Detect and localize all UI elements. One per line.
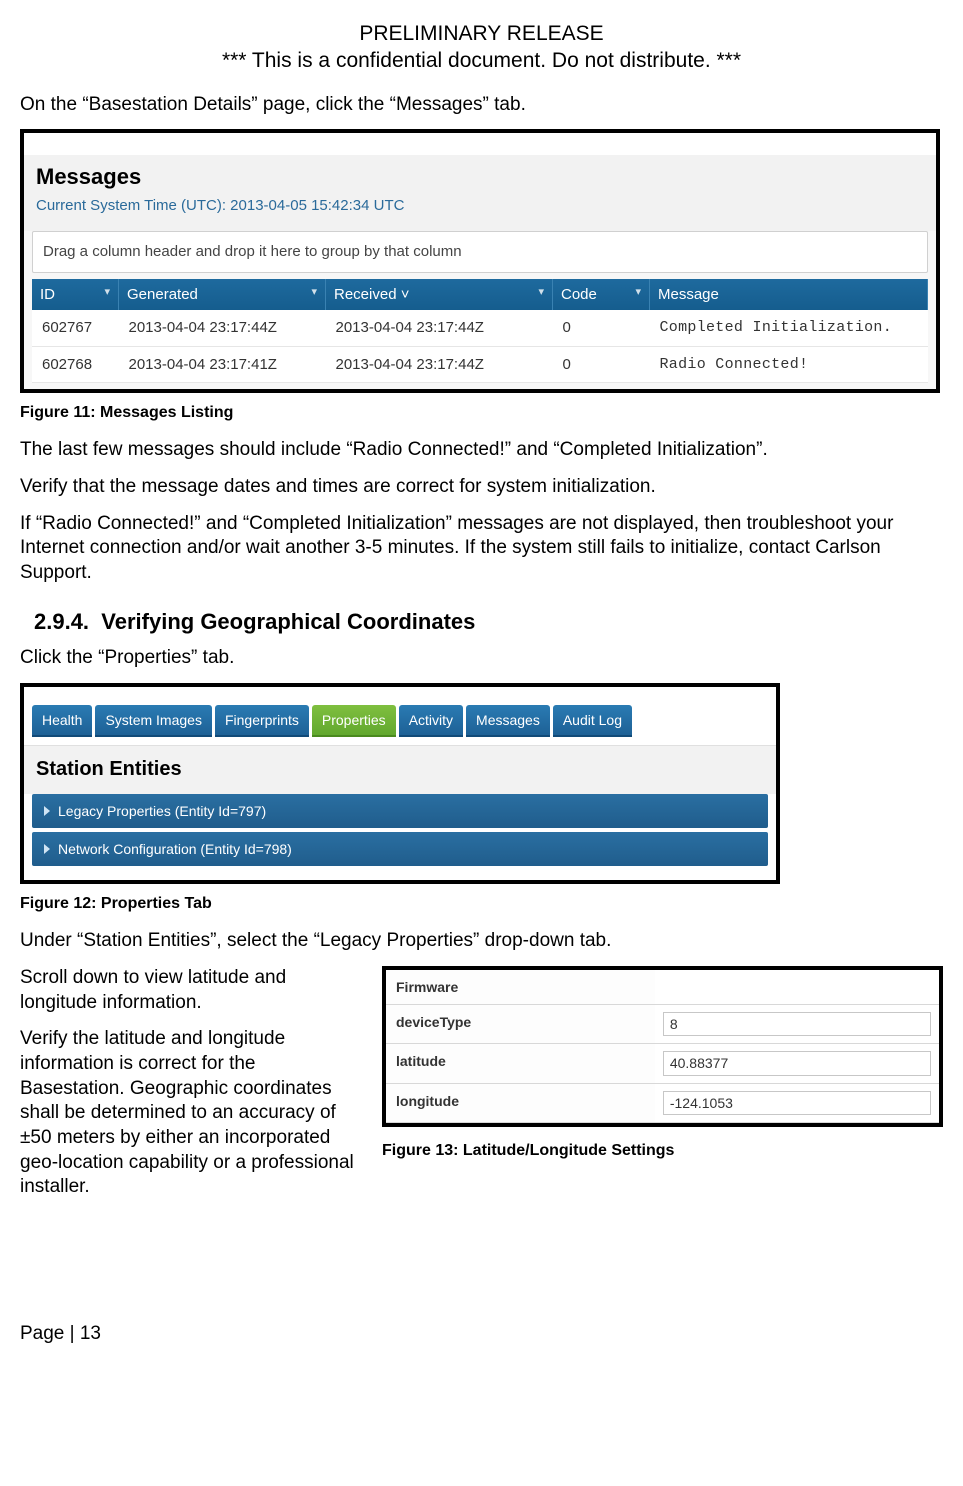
property-value [655, 970, 939, 1004]
chevron-right-icon [44, 844, 50, 854]
entity-row-label: Network Configuration (Entity Id=798) [58, 840, 292, 858]
property-value-input[interactable]: -124.1053 [663, 1091, 931, 1115]
cell-generated: 2013-04-04 23:17:41Z [119, 346, 326, 383]
entity-row-legacy-properties[interactable]: Legacy Properties (Entity Id=797) [32, 794, 768, 828]
cell-generated: 2013-04-04 23:17:44Z [119, 310, 326, 346]
section-number: 2.9.4. [34, 609, 89, 634]
filter-icon[interactable]: ▾ [311, 285, 317, 299]
property-key: deviceType [386, 1005, 655, 1043]
tab-properties[interactable]: Properties [312, 705, 396, 737]
section-title: Verifying Geographical Coordinates [101, 609, 475, 634]
cell-received: 2013-04-04 23:17:44Z [326, 346, 553, 383]
chevron-right-icon [44, 806, 50, 816]
body-text: On the “Basestation Details” page, click… [20, 93, 943, 118]
body-text: Click the “Properties” tab. [20, 646, 943, 671]
tab-messages[interactable]: Messages [466, 705, 550, 737]
body-text: The last few messages should include “Ra… [20, 438, 943, 463]
cell-id: 602767 [32, 310, 119, 346]
body-text: Scroll down to view latitude and longitu… [20, 966, 360, 1015]
figure-caption: Figure 12: Properties Tab [20, 894, 943, 915]
filter-icon[interactable]: ▾ [538, 285, 544, 299]
messages-table: ID▾ Generated▾ Received ˅▾ Code▾ Message… [32, 279, 928, 384]
property-key: longitude [386, 1084, 655, 1122]
tab-bar: Health System Images Fingerprints Proper… [24, 687, 776, 745]
col-header-id[interactable]: ID▾ [32, 279, 119, 311]
col-header-code[interactable]: Code▾ [553, 279, 650, 311]
col-header-generated[interactable]: Generated▾ [119, 279, 326, 311]
tab-system-images[interactable]: System Images [95, 705, 211, 737]
property-value-input[interactable]: 8 [663, 1012, 931, 1036]
figure-messages-listing: Messages Current System Time (UTC): 2013… [20, 129, 940, 393]
tab-fingerprints[interactable]: Fingerprints [215, 705, 309, 737]
entity-row-label: Legacy Properties (Entity Id=797) [58, 802, 266, 820]
figure-caption: Figure 11: Messages Listing [20, 403, 943, 424]
property-row-latitude: latitude 40.88377 [386, 1044, 939, 1083]
entity-row-network-configuration[interactable]: Network Configuration (Entity Id=798) [32, 832, 768, 866]
figure-caption: Figure 13: Latitude/Longitude Settings [382, 1141, 943, 1162]
table-row[interactable]: 602767 2013-04-04 23:17:44Z 2013-04-04 2… [32, 310, 928, 346]
cell-id: 602768 [32, 346, 119, 383]
cell-received: 2013-04-04 23:17:44Z [326, 310, 553, 346]
property-key: latitude [386, 1044, 655, 1082]
filter-icon[interactable]: ▾ [635, 285, 641, 299]
property-value-input[interactable]: 40.88377 [663, 1051, 931, 1075]
figure-latlong-settings: Firmware deviceType 8 latitude 40.88377 … [382, 966, 943, 1127]
property-key: Firmware [386, 970, 655, 1004]
body-text: Verify the latitude and longitude inform… [20, 1027, 360, 1200]
col-header-message[interactable]: Message [650, 279, 928, 311]
tab-audit-log[interactable]: Audit Log [553, 705, 632, 737]
cell-message: Completed Initialization. [650, 310, 928, 346]
group-drop-hint[interactable]: Drag a column header and drop it here to… [32, 231, 928, 273]
section-heading: 2.9.4. Verifying Geographical Coordinate… [34, 608, 943, 637]
page-footer: Page | 13 [20, 1322, 943, 1347]
panel-title: Station Entities [24, 745, 776, 794]
filter-icon[interactable]: ▾ [104, 285, 110, 299]
figure-properties-tab: Health System Images Fingerprints Proper… [20, 683, 780, 885]
tab-health[interactable]: Health [32, 705, 92, 737]
header-line2: *** This is a confidential document. Do … [20, 47, 943, 74]
cell-code: 0 [553, 310, 650, 346]
page-header: PRELIMINARY RELEASE *** This is a confid… [20, 20, 943, 75]
panel-title: Messages [24, 155, 936, 196]
header-line1: PRELIMINARY RELEASE [20, 20, 943, 47]
property-row-devicetype: deviceType 8 [386, 1005, 939, 1044]
cell-code: 0 [553, 346, 650, 383]
system-time-label: Current System Time (UTC): 2013-04-05 15… [24, 196, 936, 232]
cell-message: Radio Connected! [650, 346, 928, 383]
col-header-received[interactable]: Received ˅▾ [326, 279, 553, 311]
body-text: If “Radio Connected!” and “Completed Ini… [20, 512, 943, 586]
property-row-firmware: Firmware [386, 970, 939, 1005]
table-row[interactable]: 602768 2013-04-04 23:17:41Z 2013-04-04 2… [32, 346, 928, 383]
property-row-longitude: longitude -124.1053 [386, 1084, 939, 1123]
tab-activity[interactable]: Activity [399, 705, 463, 737]
body-text: Under “Station Entities”, select the “Le… [20, 929, 943, 954]
body-text: Verify that the message dates and times … [20, 475, 943, 500]
